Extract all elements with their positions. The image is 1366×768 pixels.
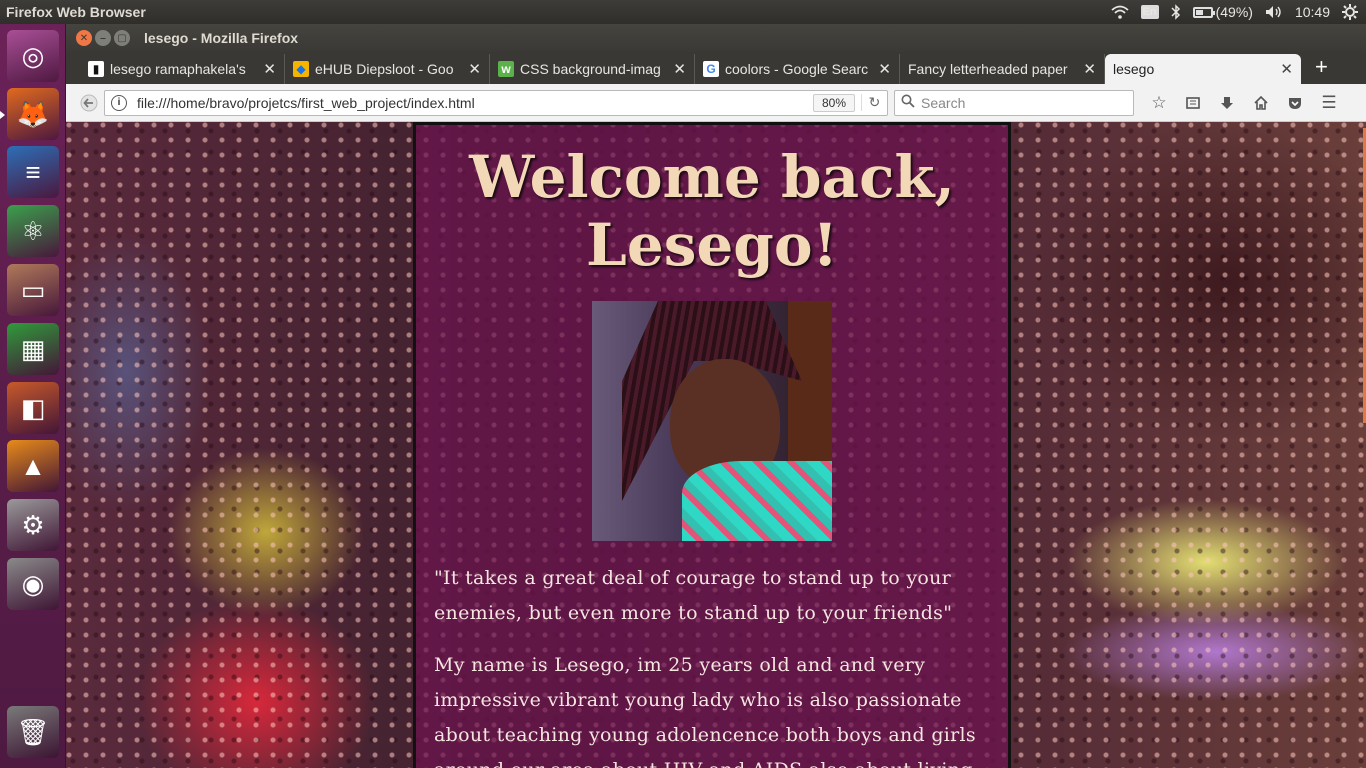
window-title: lesego - Mozilla Firefox: [144, 30, 299, 46]
battery-percent: (49%): [1215, 4, 1253, 20]
camera-icon: ◉: [21, 569, 45, 599]
tab[interactable]: Gcoolors - Google Searc ✕: [695, 54, 900, 84]
tab[interactable]: ▮ lesego ramaphakela's ✕: [80, 54, 285, 84]
scrollbar[interactable]: [1360, 122, 1366, 768]
top-panel: Firefox Web Browser En (49%) 10:49: [0, 0, 1366, 24]
toolbar-icons: ☆ ☰: [1144, 90, 1344, 116]
vlc-icon: ▲: [20, 451, 46, 481]
main-card: Welcome back, Lesego! "It takes a great …: [413, 122, 1011, 768]
tab-close-icon[interactable]: ✕: [1280, 60, 1293, 78]
pocket-icon[interactable]: [1280, 90, 1310, 116]
tab-close-icon[interactable]: ✕: [263, 60, 276, 78]
navigation-toolbar: i file:///home/bravo/projetcs/first_web_…: [66, 84, 1366, 122]
vlc-launcher-button[interactable]: ▲: [7, 440, 59, 492]
tab-label: CSS background-imag: [520, 61, 661, 77]
system-tray: En (49%) 10:49: [1110, 4, 1366, 20]
atom-icon: ⚛: [21, 216, 45, 246]
firefox-icon: 🦊: [16, 99, 50, 129]
hamburger-menu-icon[interactable]: ☰: [1314, 90, 1344, 116]
battery-level: [1195, 9, 1203, 15]
window-titlebar: ✕ – ▢ lesego - Mozilla Firefox: [66, 24, 1366, 52]
home-icon[interactable]: [1246, 90, 1276, 116]
new-tab-button[interactable]: +: [1315, 54, 1328, 80]
tab-favicon-icon: ▮: [88, 61, 104, 77]
tab-favicon-icon: w: [498, 61, 514, 77]
system-settings-icon: ⚙: [21, 510, 45, 540]
page-heading: Welcome back, Lesego!: [469, 143, 955, 279]
libreoffice-calc-icon: ▦: [20, 334, 46, 364]
ubuntu-dash-icon: ◎: [21, 41, 45, 71]
tab[interactable]: w CSS background-imag ✕: [490, 54, 695, 84]
reading-list-icon[interactable]: [1178, 90, 1208, 116]
firefox-window: ✕ – ▢ lesego - Mozilla Firefox ▮ lesego r…: [66, 24, 1366, 768]
wifi-icon[interactable]: [1110, 5, 1129, 19]
tab-close-icon[interactable]: ✕: [878, 60, 891, 78]
back-button[interactable]: [74, 90, 104, 116]
tab-favicon-icon: G: [703, 61, 719, 77]
system-settings-launcher-button[interactable]: ⚙: [7, 499, 59, 551]
search-icon: [901, 94, 915, 111]
files-icon: ▭: [20, 275, 46, 305]
close-window-button[interactable]: ✕: [76, 30, 92, 46]
reload-icon[interactable]: ↻: [861, 94, 887, 111]
bookmark-star-icon[interactable]: ☆: [1144, 90, 1174, 116]
libreoffice-writer-launcher-button[interactable]: ≡: [7, 146, 59, 198]
tab-favicon-icon: ◆: [293, 61, 309, 77]
search-input[interactable]: Search: [894, 89, 1134, 116]
tab[interactable]: ◆ eHUB Diepsloot - Goo ✕: [285, 54, 490, 84]
maximize-window-button[interactable]: ▢: [114, 30, 130, 46]
trash-launcher-button[interactable]: 🗑: [7, 706, 59, 758]
tab-close-icon[interactable]: ✕: [1083, 60, 1096, 78]
url-text[interactable]: file:///home/bravo/projetcs/first_web_pr…: [137, 95, 813, 111]
page-content: Welcome back, Lesego! "It takes a great …: [66, 122, 1366, 768]
photo-clothing: [682, 461, 832, 541]
site-info-icon[interactable]: i: [111, 94, 127, 111]
tab-label: Fancy letterheaded paper: [908, 61, 1068, 77]
bluetooth-icon[interactable]: [1171, 4, 1181, 20]
tab-label: lesego: [1113, 61, 1155, 77]
zoom-indicator[interactable]: 80%: [812, 93, 855, 112]
battery-indicator[interactable]: (49%): [1192, 4, 1253, 20]
camera-launcher-button[interactable]: ◉: [7, 558, 59, 610]
ubuntu-dash-launcher-button[interactable]: ◎: [7, 30, 59, 82]
atom-launcher-button[interactable]: ⚛: [7, 205, 59, 257]
url-bar[interactable]: i file:///home/bravo/projetcs/first_web_…: [104, 89, 888, 116]
tab-label: coolors - Google Searc: [725, 61, 869, 77]
trash-icon: 🗑: [16, 717, 50, 747]
bio-text: My name is Lesego, im 25 years old and a…: [434, 654, 976, 768]
tab-strip: ▮ lesego ramaphakela's ✕ ◆ eHUB Diepsloot - …: [66, 52, 1366, 84]
tab[interactable]: Fancy letterheaded paper ✕: [900, 54, 1105, 84]
libreoffice-impress-launcher-button[interactable]: ◧: [7, 382, 59, 434]
tab-active[interactable]: lesego ✕: [1105, 54, 1301, 84]
libreoffice-writer-icon: ≡: [25, 157, 41, 187]
clock[interactable]: 10:49: [1295, 4, 1330, 20]
libreoffice-calc-launcher-button[interactable]: ▦: [7, 323, 59, 375]
tab-close-icon[interactable]: ✕: [468, 60, 481, 78]
tab-close-icon[interactable]: ✕: [673, 60, 686, 78]
profile-photo: [592, 301, 832, 541]
quote-text: "It takes a great deal of courage to sta…: [434, 567, 953, 624]
search-placeholder: Search: [921, 94, 966, 111]
keyboard-layout-indicator[interactable]: En: [1140, 5, 1159, 19]
tab-label: lesego ramaphakela's: [110, 61, 246, 77]
volume-icon[interactable]: [1265, 5, 1283, 19]
downloads-icon[interactable]: [1212, 90, 1242, 116]
active-app-title: Firefox Web Browser: [6, 4, 146, 20]
libreoffice-impress-icon: ◧: [20, 393, 46, 423]
unity-launcher: ◎ 🦊 ≡ ⚛ ▭ ▦ ◧ ▲ ⚙ ◉ 🗑: [0, 24, 66, 768]
battery-icon: [1192, 6, 1215, 18]
tab-label: eHUB Diepsloot - Goo: [315, 61, 454, 77]
minimize-window-button[interactable]: –: [95, 30, 111, 46]
files-launcher-button[interactable]: ▭: [7, 264, 59, 316]
firefox-launcher-button[interactable]: 🦊: [0, 88, 59, 140]
gear-icon[interactable]: [1342, 4, 1358, 20]
